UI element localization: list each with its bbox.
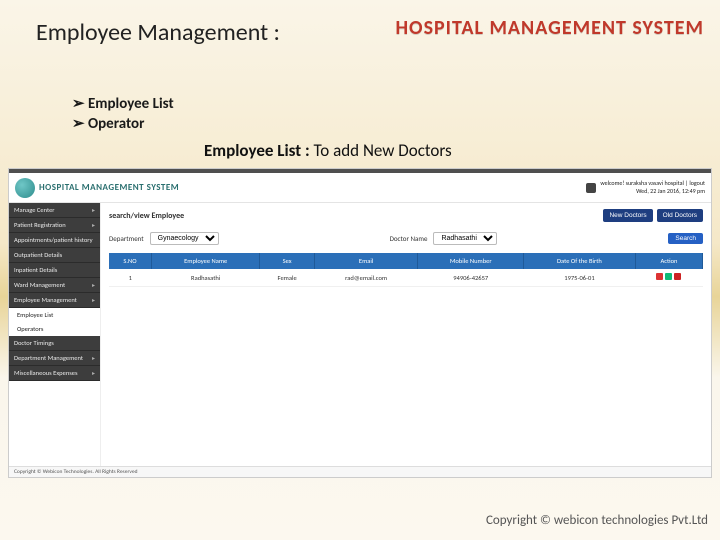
chevron-right-icon: ▸	[92, 221, 95, 229]
sidebar-item-patient-registration[interactable]: Patient Registration ▸	[9, 218, 100, 233]
section-heading-rest: To add New Doctors	[314, 140, 452, 161]
section-heading-bold: Employee List :	[204, 140, 314, 161]
user-time: Wed, 22 Jan 2016, 12:49 pm	[600, 188, 705, 195]
chevron-right-icon: ▸	[92, 281, 95, 289]
sidebar-item-label: Operators	[17, 325, 43, 333]
delete-icon[interactable]	[674, 273, 681, 280]
col-sno: S.NO	[109, 253, 151, 269]
brand-title: HOSPITAL MANAGEMENT SYSTEM	[395, 16, 704, 40]
slide-title: Employee Management :	[36, 18, 280, 47]
sidebar-item-label: Appointments/patient history	[14, 236, 93, 244]
table-row: 1 Radhasathi Female rad@email.com 94906-…	[109, 269, 703, 287]
sidebar-item-employee-management[interactable]: Employee Management ▸	[9, 293, 100, 308]
doctor-name-select[interactable]: Radhasathi	[433, 232, 497, 245]
table-header-row: S.NO Employee Name Sex Email Mobile Numb…	[109, 253, 703, 269]
sidebar-item-label: Outpatient Details	[14, 251, 62, 259]
main-panel: search/view Employee New Doctors Old Doc…	[101, 203, 711, 467]
app-logo: HOSPITAL MANAGEMENT SYSTEM	[15, 178, 179, 198]
employee-table: S.NO Employee Name Sex Email Mobile Numb…	[109, 253, 703, 287]
filter-row: Department Gynaecology Doctor Name Radha…	[109, 228, 703, 249]
slide-copyright: Copyright © webicon technologies Pvt.Ltd	[486, 513, 708, 528]
sidebar-item-label: Inpatient Details	[14, 266, 57, 274]
col-email: Email	[314, 253, 418, 269]
main-title: search/view Employee	[109, 211, 184, 221]
old-doctors-button[interactable]: Old Doctors	[657, 209, 703, 222]
logo-icon	[15, 178, 35, 198]
sidebar-item-label: Ward Management	[14, 281, 65, 289]
sidebar-subitem-operators[interactable]: Operators	[9, 322, 100, 336]
sidebar-item-label: Patient Registration	[14, 221, 66, 229]
cell-dob: 1975-06-01	[523, 269, 635, 287]
cell-name: Radhasathi	[151, 269, 260, 287]
bullet-item: Operator	[72, 114, 174, 134]
sidebar-item-outpatient[interactable]: Outpatient Details	[9, 248, 100, 263]
app-header: HOSPITAL MANAGEMENT SYSTEM welcome! sura…	[9, 173, 711, 203]
sidebar-item-misc-expenses[interactable]: Miscellaneous Expenses ▸	[9, 366, 100, 381]
app-brand-text: HOSPITAL MANAGEMENT SYSTEM	[39, 182, 179, 193]
doctor-name-label: Doctor Name	[390, 234, 428, 243]
app-body: Manage Center ▸ Patient Registration ▸ App…	[9, 203, 711, 467]
sidebar: Manage Center ▸ Patient Registration ▸ App…	[9, 203, 101, 467]
section-heading: Employee List : To add New Doctors	[204, 140, 452, 161]
sidebar-item-label: Manage Center	[14, 206, 55, 214]
user-block: welcome! suraksha vasavi hospital | logo…	[586, 180, 705, 194]
sidebar-item-label: Employee List	[17, 311, 53, 319]
sidebar-item-doctor-timings[interactable]: Doctor Timings	[9, 336, 100, 351]
chevron-right-icon: ▸	[92, 206, 95, 214]
user-icon	[586, 183, 596, 193]
cell-mobile: 94906-42657	[418, 269, 524, 287]
col-mobile: Mobile Number	[418, 253, 524, 269]
edit-icon[interactable]	[665, 273, 672, 280]
cell-sno: 1	[109, 269, 151, 287]
cell-sex: Female	[260, 269, 314, 287]
col-name: Employee Name	[151, 253, 260, 269]
sidebar-item-department-management[interactable]: Department Management ▸	[9, 351, 100, 366]
chevron-right-icon: ▸	[92, 354, 95, 362]
new-doctors-button[interactable]: New Doctors	[603, 209, 652, 222]
cell-email: rad@email.com	[314, 269, 418, 287]
department-label: Department	[109, 234, 144, 243]
sidebar-item-appointments[interactable]: Appointments/patient history	[9, 233, 100, 248]
sidebar-item-label: Employee Management	[14, 296, 77, 304]
flag-icon[interactable]	[656, 273, 663, 280]
app-footer: Copyright © Webicon Technologies. All Ri…	[9, 466, 711, 477]
sidebar-item-label: Miscellaneous Expenses	[14, 369, 78, 377]
col-action: Action	[635, 253, 702, 269]
app-window: HOSPITAL MANAGEMENT SYSTEM welcome! sura…	[8, 168, 712, 478]
search-button[interactable]: Search	[668, 233, 703, 244]
col-dob: Date Of the Birth	[523, 253, 635, 269]
cell-action	[635, 269, 702, 287]
bullet-list: Employee List Operator	[72, 94, 174, 135]
sidebar-item-ward[interactable]: Ward Management ▸	[9, 278, 100, 293]
sidebar-item-inpatient[interactable]: Inpatient Details	[9, 263, 100, 278]
sidebar-item-label: Doctor Timings	[14, 339, 54, 347]
bullet-item: Employee List	[72, 94, 174, 114]
button-row: New Doctors Old Doctors	[603, 209, 703, 222]
sidebar-item-manage-center[interactable]: Manage Center ▸	[9, 203, 100, 218]
department-select[interactable]: Gynaecology	[150, 232, 219, 245]
sidebar-item-label: Department Management	[14, 354, 83, 362]
chevron-right-icon: ▸	[92, 296, 95, 304]
chevron-right-icon: ▸	[92, 369, 95, 377]
main-top: search/view Employee New Doctors Old Doc…	[109, 209, 703, 222]
sidebar-subitem-employee-list[interactable]: Employee List	[9, 308, 100, 322]
col-sex: Sex	[260, 253, 314, 269]
